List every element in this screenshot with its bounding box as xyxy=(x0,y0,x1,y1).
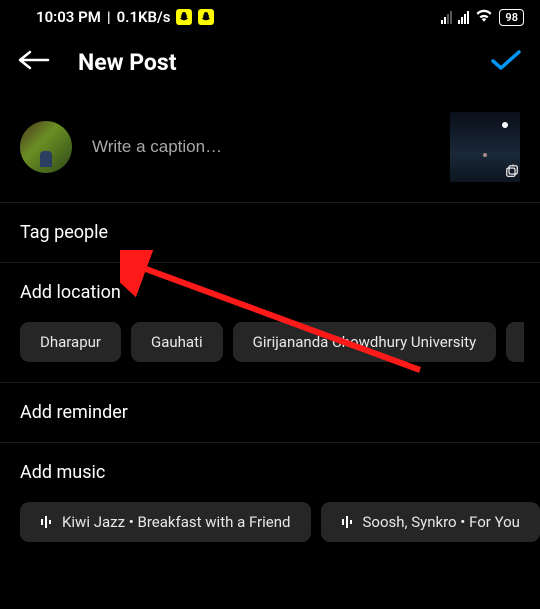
header: New Post xyxy=(0,32,540,100)
music-chip-label: Soosh, Synkro • For You xyxy=(363,513,520,531)
confirm-button[interactable] xyxy=(490,48,522,76)
snapchat-icon xyxy=(176,9,192,25)
snapchat-icon xyxy=(198,9,214,25)
location-chip[interactable]: Girijananda Chowdhury University xyxy=(233,322,497,362)
location-chip[interactable] xyxy=(506,322,524,362)
status-divider: | xyxy=(107,8,111,26)
music-chip[interactable]: Kiwi Jazz • Breakfast with a Friend xyxy=(20,502,311,542)
tag-people-row[interactable]: Tag people xyxy=(0,203,540,262)
location-chip[interactable]: Gauhati xyxy=(131,322,223,362)
caption-input[interactable] xyxy=(92,137,430,157)
add-music-row[interactable]: Add music xyxy=(0,443,540,502)
location-suggestions: Dharapur Gauhati Girijananda Chowdhury U… xyxy=(0,322,540,382)
music-chip[interactable]: Soosh, Synkro • For You xyxy=(321,502,540,542)
wifi-icon xyxy=(475,8,493,26)
music-chip-label: Kiwi Jazz • Breakfast with a Friend xyxy=(62,513,291,531)
status-time: 10:03 PM xyxy=(36,8,101,26)
carousel-icon xyxy=(506,165,518,180)
status-bar: 10:03 PM | 0.1KB/s 98 xyxy=(0,0,540,32)
music-suggestions: Kiwi Jazz • Breakfast with a Friend Soos… xyxy=(0,502,540,562)
signal-icon-1 xyxy=(441,11,452,24)
avatar[interactable] xyxy=(20,121,72,173)
media-thumbnail[interactable] xyxy=(450,112,520,182)
page-title: New Post xyxy=(78,49,462,76)
add-reminder-row[interactable]: Add reminder xyxy=(0,383,540,442)
caption-row xyxy=(0,100,540,202)
add-location-row[interactable]: Add location xyxy=(0,263,540,322)
location-chip[interactable]: Dharapur xyxy=(20,322,121,362)
audio-bars-icon xyxy=(341,515,355,529)
status-speed: 0.1KB/s xyxy=(117,8,171,26)
battery-indicator: 98 xyxy=(499,9,524,26)
back-button[interactable] xyxy=(18,48,50,76)
signal-icon-2 xyxy=(458,11,469,24)
audio-bars-icon xyxy=(40,515,54,529)
